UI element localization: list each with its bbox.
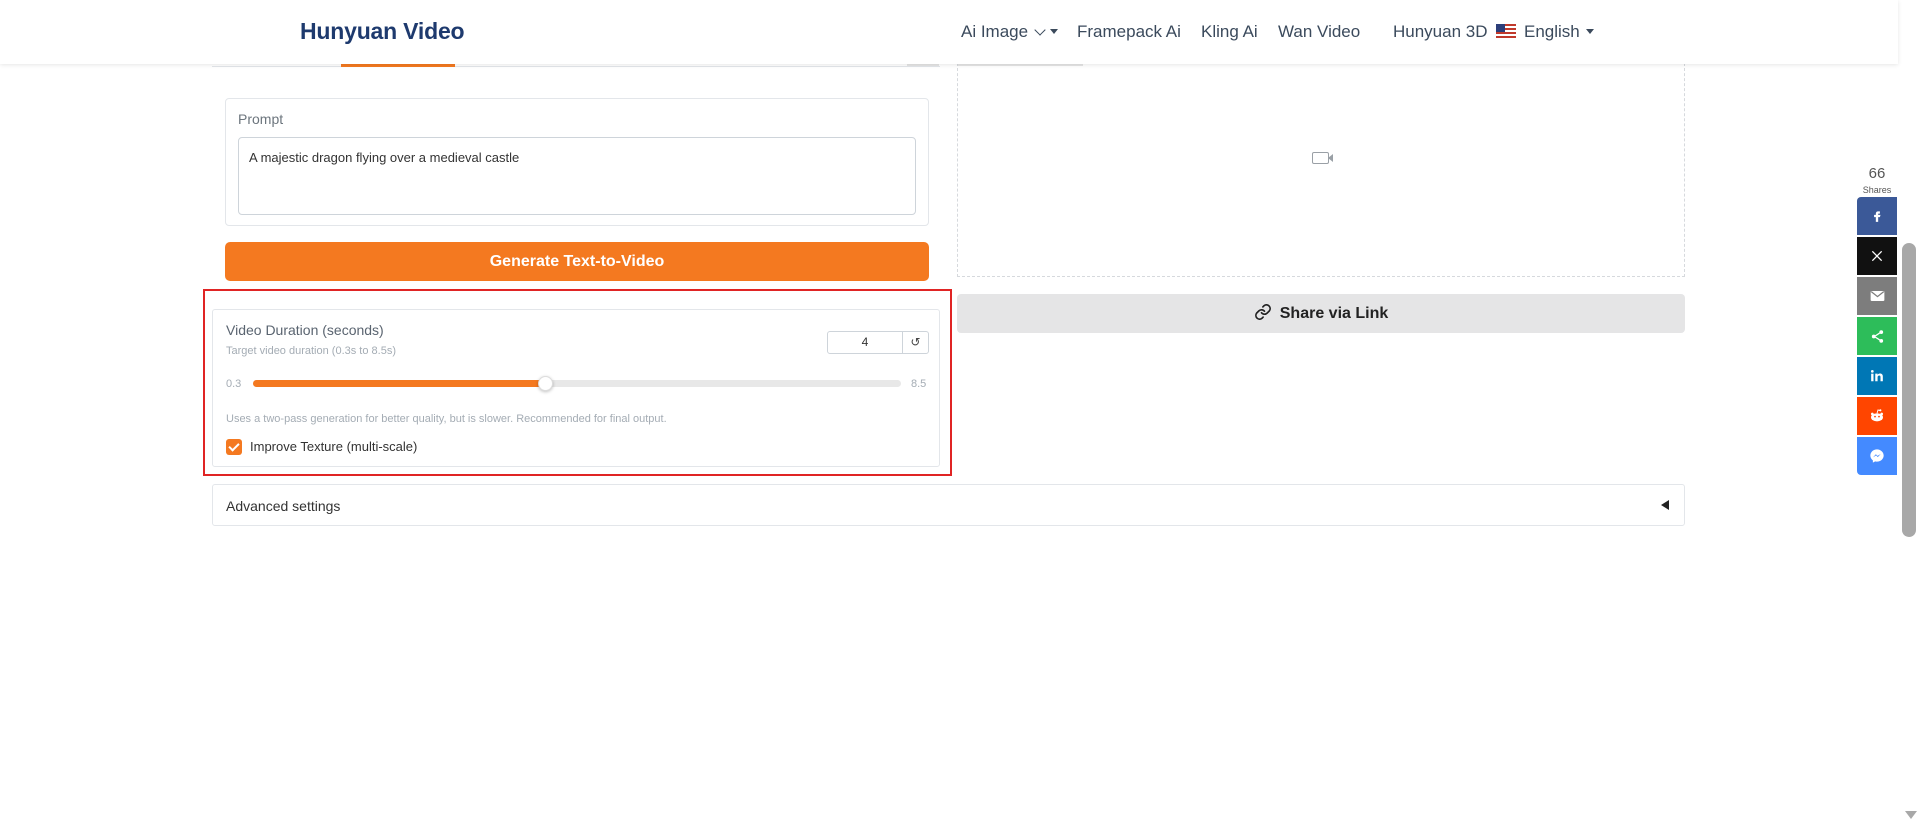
x-icon bbox=[1871, 250, 1883, 262]
video-preview-area bbox=[957, 58, 1685, 277]
generate-text-to-video-button[interactable]: Generate Text-to-Video bbox=[225, 242, 929, 281]
video-camera-icon bbox=[1312, 152, 1333, 164]
messenger-icon bbox=[1870, 449, 1884, 463]
tab-strip bbox=[212, 64, 940, 67]
improve-texture-label[interactable]: Improve Texture (multi-scale) bbox=[250, 439, 417, 454]
video-duration-card: Video Duration (seconds) Target video du… bbox=[212, 309, 940, 467]
language-label: English bbox=[1524, 22, 1580, 41]
prompt-label: Prompt bbox=[238, 111, 284, 127]
nav-kling[interactable]: Kling Ai bbox=[1201, 22, 1258, 42]
advanced-settings-toggle[interactable]: Advanced settings bbox=[212, 484, 1685, 526]
prompt-card: Prompt A majestic dragon flying over a m… bbox=[225, 98, 929, 226]
duration-title: Video Duration (seconds) bbox=[226, 322, 384, 338]
us-flag-icon bbox=[1496, 24, 1516, 38]
caret-down-icon bbox=[1050, 29, 1059, 34]
caret-left-icon bbox=[1661, 500, 1669, 510]
nav-ai-image-label: Ai Image bbox=[961, 22, 1029, 41]
messenger-share-button[interactable] bbox=[1857, 437, 1897, 475]
reddit-icon bbox=[1871, 409, 1883, 422]
generic-share-button[interactable] bbox=[1857, 317, 1897, 355]
duration-note: Uses a two-pass generation for better qu… bbox=[226, 413, 667, 425]
prompt-input[interactable]: A majestic dragon flying over a medieval… bbox=[238, 137, 916, 215]
tab-divider bbox=[907, 64, 939, 66]
duration-slider[interactable] bbox=[253, 376, 901, 391]
caret-down-icon bbox=[1585, 29, 1594, 34]
linkedin-share-button[interactable] bbox=[1857, 357, 1897, 395]
top-navbar: Hunyuan Video Ai Image Framepack Ai Klin… bbox=[0, 0, 1898, 64]
duration-subtitle: Target video duration (0.3s to 8.5s) bbox=[226, 345, 396, 357]
slider-fill bbox=[253, 380, 546, 387]
facebook-icon bbox=[1874, 211, 1881, 222]
email-share-button[interactable] bbox=[1857, 277, 1897, 315]
slider-thumb[interactable] bbox=[538, 376, 554, 391]
brand-logo[interactable]: Hunyuan Video bbox=[300, 18, 465, 45]
advanced-settings-label: Advanced settings bbox=[226, 498, 341, 514]
link-icon bbox=[1254, 304, 1271, 320]
share-count-label: Shares bbox=[1862, 185, 1892, 195]
share-via-link-button[interactable]: Share via Link bbox=[957, 294, 1685, 333]
reddit-share-button[interactable] bbox=[1857, 397, 1897, 435]
reset-icon[interactable]: ↺ bbox=[902, 331, 929, 354]
facebook-share-button[interactable] bbox=[1857, 197, 1897, 235]
share-count-number: 66 bbox=[1868, 165, 1886, 182]
duration-number-input[interactable]: 4 bbox=[827, 331, 903, 354]
nav-ai-image[interactable]: Ai Image bbox=[961, 22, 1059, 42]
range-max-label: 8.5 bbox=[911, 378, 927, 390]
nav-framepack[interactable]: Framepack Ai bbox=[1077, 22, 1181, 42]
improve-texture-checkbox[interactable] bbox=[226, 439, 242, 455]
share-via-link-label: Share via Link bbox=[1279, 305, 1389, 322]
nav-hunyuan-3d[interactable]: Hunyuan 3D bbox=[1393, 22, 1488, 42]
scroll-down-arrow-icon[interactable] bbox=[1905, 811, 1917, 819]
nav-wan-video[interactable]: Wan Video bbox=[1278, 22, 1360, 42]
scrollbar-thumb[interactable] bbox=[1902, 243, 1916, 537]
share-icon bbox=[1871, 329, 1883, 343]
range-min-label: 0.3 bbox=[226, 378, 242, 390]
share-count: 66 Shares bbox=[1857, 166, 1897, 198]
linkedin-icon bbox=[1870, 370, 1883, 382]
x-share-button[interactable] bbox=[1857, 237, 1897, 275]
chevron-down-icon bbox=[1034, 24, 1046, 36]
language-dropdown[interactable]: English bbox=[1524, 22, 1594, 42]
tab-active-indicator bbox=[341, 64, 455, 67]
email-icon bbox=[1870, 291, 1884, 302]
